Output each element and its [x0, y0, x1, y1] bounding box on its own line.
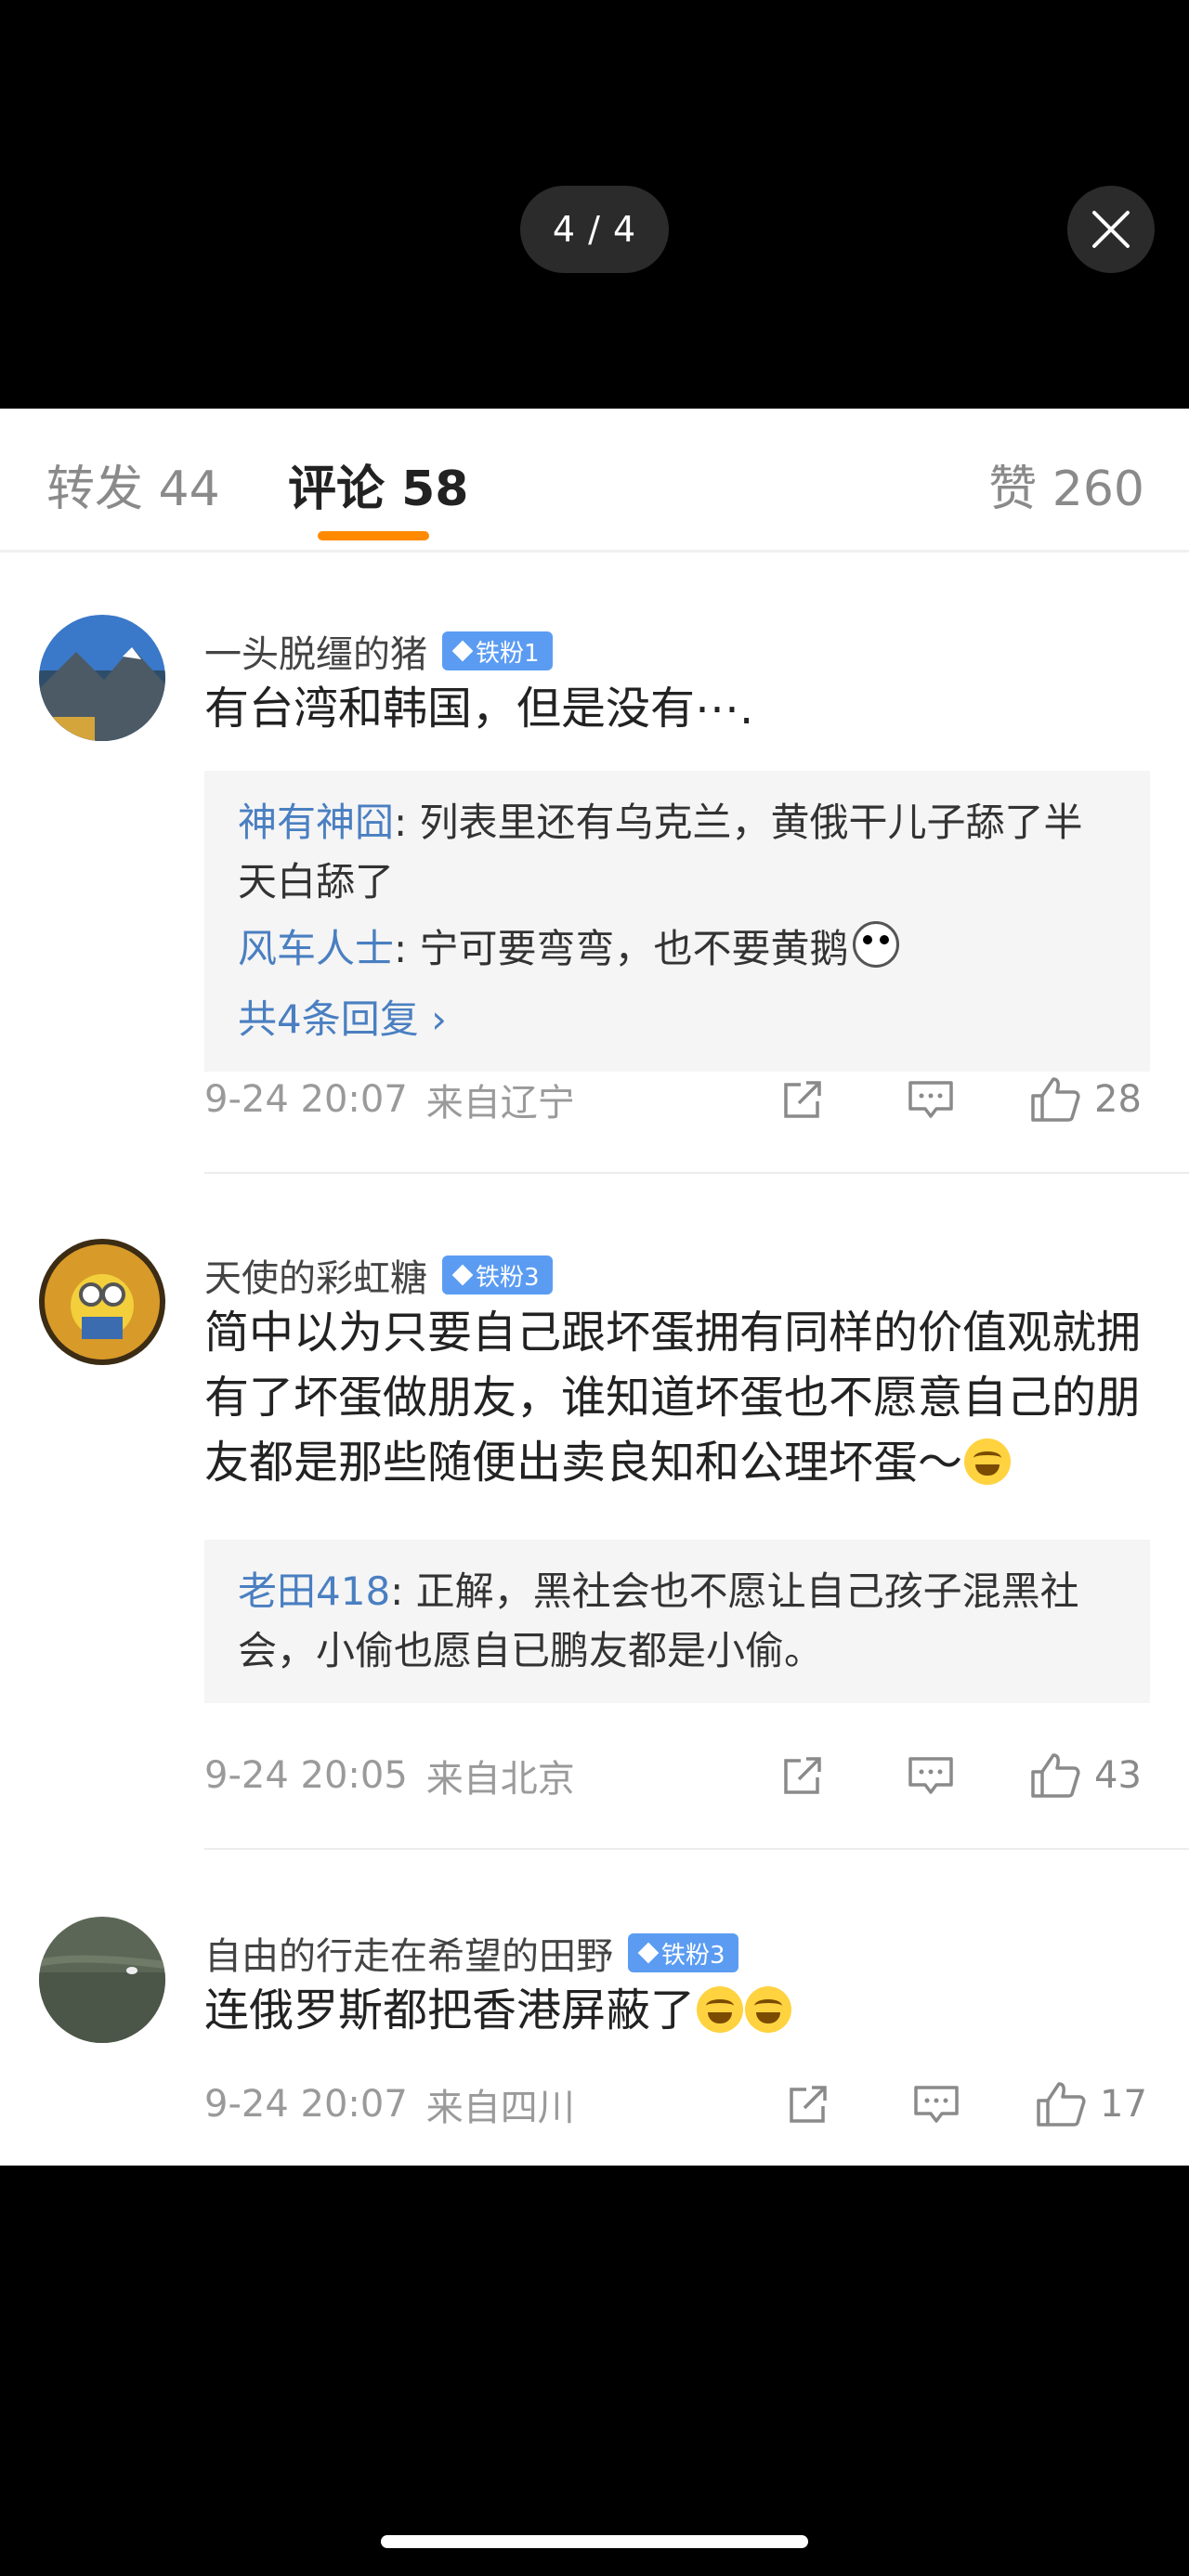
comment-location: 来自北京	[425, 1758, 575, 1801]
mountain-lake-avatar-image	[39, 615, 165, 741]
fan-badge[interactable]: 铁粉1	[442, 631, 553, 670]
reply-line: 老田418: 正解，黑社会也不愿让自己孩子混黑社会，小偷也愿自已鹏友都是小偷。	[238, 1562, 1117, 1681]
tab-comments[interactable]: 评论 58	[288, 449, 468, 519]
home-indicator[interactable]	[381, 2535, 808, 2548]
comment-text-wrapper: 简中以为只要自己跟坏蛋拥有同样的价值观就拥有了坏蛋做朋友，谁知道坏蛋也不愿意自己…	[204, 1300, 1152, 1495]
comment-item: 自由的行走在希望的田野 铁粉3 连俄罗斯都把香港屏蔽了 9-24 20:07 来…	[0, 1917, 1189, 2158]
shocked-face-emoji-icon	[852, 921, 899, 968]
comment-item: 一头脱缰的猪 铁粉1 有台湾和韩国，但是没有⋯. 神有神囧: 列表里还有乌克兰，…	[0, 615, 1189, 1216]
fan-badge-label: 铁粉1	[476, 639, 540, 668]
like-count: 43	[1094, 1754, 1142, 1797]
comments-sheet: 转发 44 评论 58 赞 260 一头脱缰的猪 铁粉1 有台湾和韩国，但是没有…	[0, 409, 1189, 2166]
share-icon	[784, 1757, 821, 1794]
reply-preview[interactable]: 老田418: 正解，黑社会也不愿让自己孩子混黑社会，小偷也愿自已鹏友都是小偷。	[204, 1540, 1150, 1703]
avatar[interactable]	[39, 1917, 165, 2043]
diamond-icon	[451, 640, 474, 662]
username[interactable]: 一头脱缰的猪	[204, 624, 427, 678]
comment-icon	[908, 1757, 953, 1794]
comment-item: 天使的彩虹糖 铁粉3 简中以为只要自己跟坏蛋拥有同样的价值观就拥有了坏蛋做朋友，…	[0, 1239, 1189, 1911]
minion-avatar-image	[39, 1239, 165, 1365]
share-button[interactable]	[780, 1077, 825, 1122]
laugh-cry-emoji-icon	[964, 1438, 1012, 1485]
comment-text-wrapper: 连俄罗斯都把香港屏蔽了	[204, 1978, 1152, 2043]
reply-button[interactable]	[907, 1077, 955, 1122]
comment-icon	[914, 2086, 959, 2123]
name-row: 自由的行走在希望的田野 铁粉3	[204, 1926, 738, 1980]
laugh-cry-emoji-icon	[697, 1986, 744, 2033]
fan-badge[interactable]: 铁粉3	[442, 1255, 553, 1295]
avatar[interactable]	[39, 615, 165, 741]
name-row: 一头脱缰的猪 铁粉1	[204, 624, 553, 678]
tab-bar: 转发 44 评论 58 赞 260	[0, 409, 1189, 553]
divider	[204, 1848, 1189, 1850]
avatar[interactable]	[39, 1239, 165, 1365]
reply-username[interactable]: 神有神囧	[238, 800, 394, 845]
comment-time: 9-24 20:05	[204, 1754, 408, 1797]
like-button[interactable]: 28	[1029, 1075, 1142, 1124]
like-count: 17	[1100, 2083, 1147, 2126]
share-button[interactable]	[786, 2082, 830, 2127]
reply-username[interactable]: 风车人士	[238, 926, 394, 971]
fan-badge[interactable]: 铁粉3	[628, 1933, 738, 1972]
comment-location: 来自辽宁	[425, 1082, 575, 1125]
comment-icon	[908, 1081, 953, 1118]
share-button[interactable]	[780, 1753, 825, 1798]
laugh-cry-emoji-icon	[745, 1986, 792, 2033]
like-count: 28	[1094, 1078, 1142, 1121]
reply-line: 风车人士: 宁可要弯弯，也不要黄鹅	[238, 919, 1117, 979]
fan-badge-label: 铁粉3	[661, 1941, 725, 1970]
username[interactable]: 天使的彩虹糖	[204, 1248, 427, 1302]
diamond-icon	[451, 1264, 474, 1286]
comment-meta: 9-24 20:05 来自北京 43	[204, 1748, 1189, 1803]
active-tab-indicator	[318, 531, 429, 540]
comment-text: 有台湾和韩国，但是没有⋯.	[204, 683, 754, 735]
share-icon	[784, 1081, 821, 1118]
comment-meta: 9-24 20:07 来自四川 17	[204, 2076, 1189, 2132]
name-row: 天使的彩虹糖 铁粉3	[204, 1248, 553, 1302]
share-icon	[790, 2086, 827, 2123]
reply-text: : 宁可要弯弯，也不要黄鹅	[394, 926, 849, 971]
fan-badge-label: 铁粉3	[476, 1263, 540, 1292]
thumbs-up-icon	[1031, 1077, 1080, 1122]
comment-meta: 9-24 20:07 来自辽宁 28	[204, 1072, 1189, 1127]
reply-button[interactable]	[907, 1753, 955, 1798]
reply-button[interactable]	[912, 2082, 960, 2127]
reply-username[interactable]: 老田418	[238, 1568, 390, 1614]
like-button[interactable]: 43	[1029, 1751, 1142, 1800]
comment-location: 来自四川	[425, 2087, 575, 2129]
tab-likes[interactable]: 赞 260	[988, 449, 1144, 519]
reply-line: 神有神囧: 列表里还有乌克兰，黄俄干儿子舔了半天白舔了	[238, 793, 1117, 912]
comment-time: 9-24 20:07	[204, 1078, 408, 1121]
image-viewer-header: 4 / 4	[0, 0, 1189, 409]
reply-preview[interactable]: 神有神囧: 列表里还有乌克兰，黄俄干儿子舔了半天白舔了 风车人士: 宁可要弯弯，…	[204, 771, 1150, 1072]
username[interactable]: 自由的行走在希望的田野	[204, 1926, 613, 1980]
close-button[interactable]	[1067, 186, 1155, 273]
tab-repost[interactable]: 转发 44	[46, 449, 220, 519]
water-bird-avatar-image	[39, 1917, 165, 2043]
divider	[204, 1172, 1189, 1174]
page-counter: 4 / 4	[520, 186, 669, 273]
close-icon	[1092, 211, 1130, 248]
thumbs-up-icon	[1031, 1753, 1080, 1798]
like-button[interactable]: 17	[1035, 2080, 1147, 2128]
diamond-icon	[637, 1942, 660, 1964]
comment-time: 9-24 20:07	[204, 2083, 408, 2126]
more-replies-link[interactable]: 共4条回复 ›	[238, 990, 1117, 1049]
thumbs-up-icon	[1037, 2082, 1086, 2127]
comment-text: 连俄罗斯都把香港屏蔽了	[204, 1984, 696, 2036]
